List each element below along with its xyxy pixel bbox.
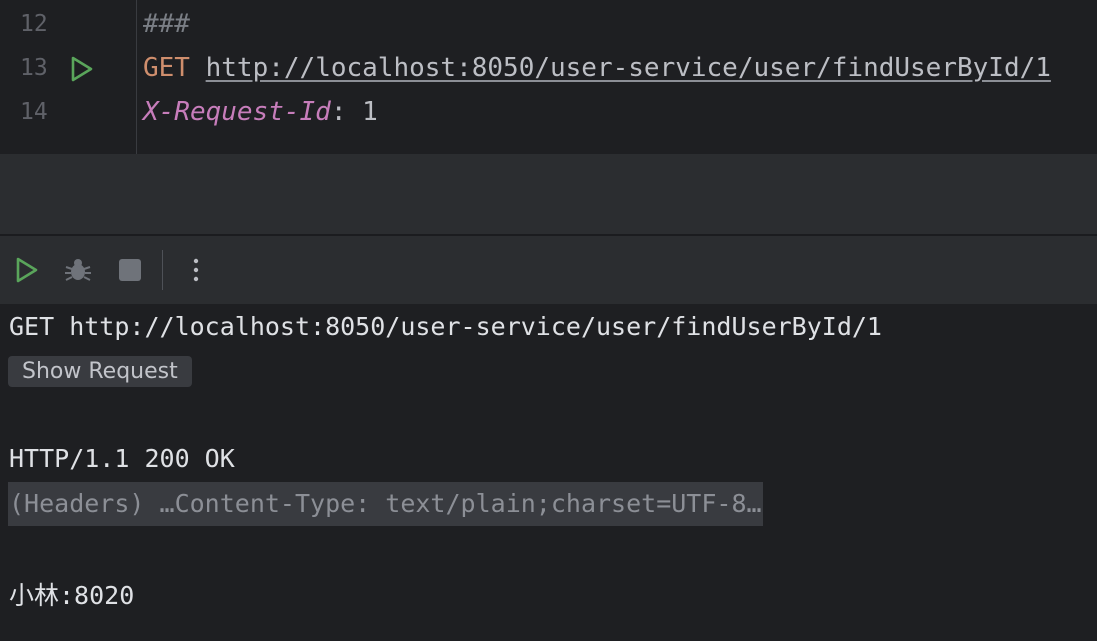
more-options-icon[interactable] [180, 254, 212, 286]
line-number: 14 [20, 99, 48, 125]
debug-icon[interactable] [62, 254, 94, 286]
response-body: 小林:8020 [9, 581, 135, 610]
show-request-button[interactable]: Show Request [8, 356, 192, 387]
line-number: 13 [20, 55, 48, 81]
editor-line-12[interactable]: 12 ### [0, 2, 1097, 46]
run-icon[interactable] [10, 254, 42, 286]
header-value: 1 [362, 97, 378, 127]
toolbar-separator [162, 250, 163, 290]
request-url-link[interactable]: http://localhost:8050/user-service/user/… [206, 53, 1051, 83]
response-output[interactable]: GET http://localhost:8050/user-service/u… [0, 304, 1097, 641]
stop-icon[interactable] [114, 254, 146, 286]
response-status-line: HTTP/1.1 200 OK [9, 444, 235, 473]
run-toolbar [0, 236, 1097, 304]
request-separator-comment[interactable]: ### [143, 2, 190, 46]
header-separator: : [330, 97, 363, 127]
response-request-line: GET http://localhost:8050/user-service/u… [9, 312, 882, 341]
http-request-editor[interactable]: 12 ### 13 GET http://localhost:8050/user… [0, 0, 1097, 154]
header-name: X-Request-Id [143, 97, 331, 127]
editor-line-13[interactable]: 13 GET http://localhost:8050/user-servic… [0, 46, 1097, 90]
editor-line-14[interactable]: 14 X-Request-Id: 1 [0, 90, 1097, 134]
request-line[interactable]: GET http://localhost:8050/user-service/u… [143, 46, 1051, 90]
run-request-icon[interactable] [66, 54, 96, 84]
line-number: 12 [20, 11, 48, 37]
headers-fold-region[interactable]: (Headers) …Content-Type: text/plain;char… [8, 482, 763, 526]
panel-gap [0, 154, 1097, 234]
request-header-line[interactable]: X-Request-Id: 1 [143, 90, 378, 134]
http-method: GET [143, 53, 190, 83]
